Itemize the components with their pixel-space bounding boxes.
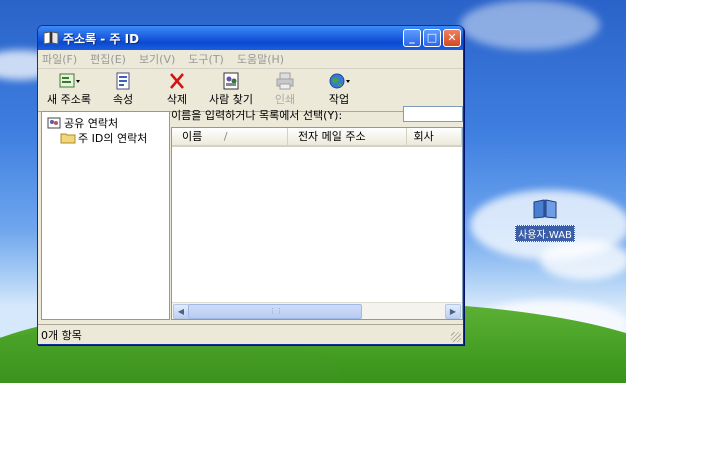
new-address-book-label: 새 주소록 <box>47 93 91 106</box>
desktop-icon-wab[interactable]: 사용자.WAB <box>512 198 578 242</box>
folder-tree: 공유 연락처 주 ID의 연락처 <box>41 111 170 320</box>
scroll-right-button[interactable]: ▶ <box>445 304 461 319</box>
close-icon: ✕ <box>447 31 457 44</box>
title-bar[interactable]: 주소록 - 주 ID _ □ ✕ <box>38 26 463 50</box>
find-people-button[interactable]: 사람 찾기 <box>204 71 258 107</box>
desktop-icon-label: 사용자.WAB <box>515 225 575 242</box>
printer-icon <box>276 72 294 90</box>
find-people-label: 사람 찾기 <box>209 93 253 106</box>
resize-grip-icon[interactable] <box>451 332 461 342</box>
scroll-left-button[interactable]: ◀ <box>173 304 189 319</box>
print-label: 인쇄 <box>274 93 296 106</box>
horizontal-scrollbar[interactable]: ◀ ▶ <box>172 302 462 319</box>
menu-tools[interactable]: 도구(T) <box>188 51 224 67</box>
status-bar: 0개 항목 <box>38 324 463 344</box>
delete-icon <box>170 73 184 89</box>
action-globe-icon <box>329 73 350 89</box>
menu-help[interactable]: 도움말(H) <box>237 51 284 67</box>
maximize-button[interactable]: □ <box>423 29 441 47</box>
status-text: 0개 항목 <box>41 328 82 342</box>
column-header-label: 회사 <box>413 130 434 143</box>
close-button[interactable]: ✕ <box>443 29 461 47</box>
new-contact-icon <box>59 73 80 88</box>
tree-item-shared-contacts[interactable]: 공유 연락처 <box>42 115 169 130</box>
search-label: 이름을 입력하거나 목록에서 선택(Y): <box>171 109 343 122</box>
folder-icon <box>60 133 76 143</box>
delete-label: 삭제 <box>166 93 188 106</box>
chevron-left-icon: ◀ <box>177 307 185 316</box>
maximize-icon: □ <box>426 31 438 44</box>
properties-icon <box>116 72 130 90</box>
minimize-icon: _ <box>409 31 415 44</box>
column-header-email[interactable]: 전자 메일 주소 <box>288 128 408 145</box>
column-header-label: 이름 <box>182 130 203 143</box>
column-header-name[interactable]: 이름 / <box>172 128 288 145</box>
chevron-right-icon: ▶ <box>449 307 457 316</box>
action-label: 작업 <box>328 93 350 106</box>
minimize-button[interactable]: _ <box>403 29 421 47</box>
action-button[interactable]: 작업 <box>312 71 366 107</box>
menu-bar: 파일(F) 편집(E) 보기(V) 도구(T) 도움말(H) <box>38 50 463 69</box>
new-address-book-button[interactable]: 새 주소록 <box>42 71 96 107</box>
print-button[interactable]: 인쇄 <box>258 71 312 107</box>
menu-file[interactable]: 파일(F) <box>42 51 77 67</box>
tree-item-main-id-contacts[interactable]: 주 ID의 연락처 <box>42 130 169 145</box>
menu-edit[interactable]: 편집(E) <box>90 51 126 67</box>
tree-item-label: 공유 연락처 <box>64 116 119 130</box>
search-row: 이름을 입력하거나 목록에서 선택(Y): <box>171 106 463 124</box>
address-book-window: 주소록 - 주 ID _ □ ✕ 파일(F) 편집(E) 보기(V) 도구(T)… <box>37 25 464 345</box>
column-header-label: 전자 메일 주소 <box>297 130 366 143</box>
address-book-icon <box>43 31 59 45</box>
contact-list[interactable]: 이름 / 전자 메일 주소 회사 ◀ ▶ <box>171 127 463 320</box>
find-people-icon <box>223 72 239 90</box>
tree-item-label: 주 ID의 연락처 <box>78 131 148 145</box>
sort-ascending-icon: / <box>223 130 228 143</box>
menu-view[interactable]: 보기(V) <box>139 51 175 67</box>
window-title: 주소록 - 주 ID <box>63 31 140 46</box>
column-header-company[interactable]: 회사 <box>407 128 462 145</box>
address-book-icon <box>533 199 557 219</box>
delete-button[interactable]: 삭제 <box>150 71 204 107</box>
list-header: 이름 / 전자 메일 주소 회사 <box>172 128 462 147</box>
properties-button[interactable]: 속성 <box>96 71 150 107</box>
search-input[interactable] <box>403 106 463 122</box>
properties-label: 속성 <box>112 93 134 106</box>
scroll-thumb[interactable] <box>188 304 362 319</box>
cloud <box>460 0 600 50</box>
cloud <box>540 240 626 280</box>
shared-contacts-icon <box>47 117 61 128</box>
